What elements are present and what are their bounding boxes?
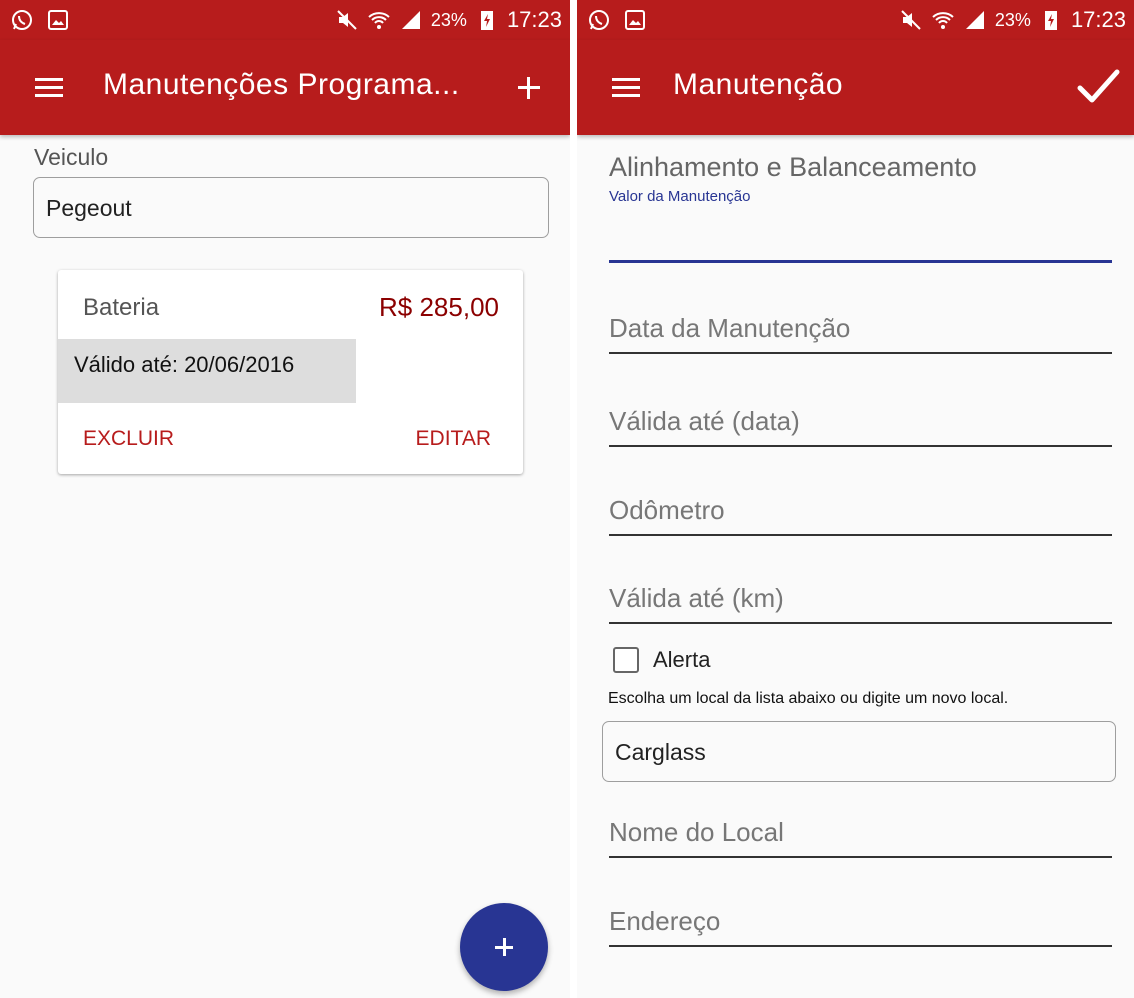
add-icon[interactable] xyxy=(512,71,546,105)
delete-button[interactable]: EXCLUIR xyxy=(83,427,174,451)
maintenance-list-screen: 23% 17:23 Manutenções Programa... Veicul… xyxy=(0,0,570,998)
clock: 17:23 xyxy=(506,7,562,32)
battery-charging-icon xyxy=(480,11,493,30)
menu-icon[interactable] xyxy=(607,74,645,102)
address-input[interactable] xyxy=(609,901,1112,941)
valid-km-underline xyxy=(609,622,1112,624)
battery-percent: 23% xyxy=(430,9,467,30)
mute-icon xyxy=(337,10,357,30)
valid-date-input[interactable] xyxy=(609,401,1112,441)
odometer-underline xyxy=(609,534,1112,536)
page-title: Manutenção xyxy=(673,68,844,101)
date-underline xyxy=(609,352,1112,354)
add-fab-button[interactable] xyxy=(460,903,548,991)
odometer-input[interactable] xyxy=(609,490,1112,530)
valid-km-input[interactable] xyxy=(609,578,1112,618)
wifi-icon xyxy=(368,12,390,29)
whatsapp-icon xyxy=(12,10,32,30)
location-name-input[interactable] xyxy=(609,812,1112,852)
date-input[interactable] xyxy=(609,308,1112,348)
value-field-label: Valor da Manutenção xyxy=(609,188,751,205)
address-underline xyxy=(609,945,1112,947)
status-bar: 23% 17:23 xyxy=(577,0,1134,40)
odometer-field xyxy=(609,490,1112,536)
location-name-field xyxy=(609,812,1112,858)
clock: 17:23 xyxy=(1070,7,1126,32)
card-title: Bateria xyxy=(83,294,160,321)
date-field xyxy=(609,308,1112,354)
signal-icon xyxy=(401,11,420,29)
menu-icon[interactable] xyxy=(30,74,68,102)
check-icon[interactable] xyxy=(1074,62,1122,110)
location-hint: Escolha um local da lista abaixo ou digi… xyxy=(608,690,1009,707)
alert-checkbox-row[interactable]: Alerta xyxy=(613,647,710,673)
value-input[interactable] xyxy=(609,216,1112,256)
battery-percent: 23% xyxy=(994,9,1031,30)
wifi-icon xyxy=(932,12,954,29)
maintenance-form-screen: 23% 17:23 Manutenção Alinhamento e Balan… xyxy=(577,0,1134,998)
gallery-icon xyxy=(48,10,68,30)
gallery-icon xyxy=(625,10,645,30)
status-bar: 23% 17:23 xyxy=(0,0,570,40)
signal-icon xyxy=(965,11,984,29)
alert-checkbox[interactable] xyxy=(613,647,639,673)
address-field xyxy=(609,901,1112,947)
whatsapp-icon xyxy=(589,10,609,30)
value-field xyxy=(609,216,1112,263)
vehicle-select[interactable]: Pegeout xyxy=(33,177,549,238)
value-underline xyxy=(609,260,1112,263)
alert-label: Alerta xyxy=(653,647,711,672)
edit-button[interactable]: EDITAR xyxy=(416,427,491,451)
battery-charging-icon xyxy=(1044,11,1057,30)
location-name-underline xyxy=(609,856,1112,858)
page-title: Manutenções Programa... xyxy=(103,68,460,101)
valid-date-field xyxy=(609,401,1112,447)
screen-divider xyxy=(570,0,577,998)
valid-until-text: Válido até: 20/06/2016 xyxy=(74,352,295,377)
location-select[interactable]: Carglass xyxy=(602,721,1116,782)
maintenance-type-heading: Alinhamento e Balanceamento xyxy=(609,152,977,182)
valid-date-underline xyxy=(609,445,1112,447)
maintenance-card: Bateria R$ 285,00 Válido até: 20/06/2016… xyxy=(58,270,523,474)
mute-icon xyxy=(901,10,921,30)
card-price: R$ 285,00 xyxy=(379,292,499,322)
card-valid-until: Válido até: 20/06/2016 xyxy=(58,339,356,403)
app-bar: Manutenção xyxy=(577,40,1134,135)
vehicle-label: Veiculo xyxy=(34,144,109,170)
app-bar: Manutenções Programa... xyxy=(0,40,570,135)
valid-km-field xyxy=(609,578,1112,624)
